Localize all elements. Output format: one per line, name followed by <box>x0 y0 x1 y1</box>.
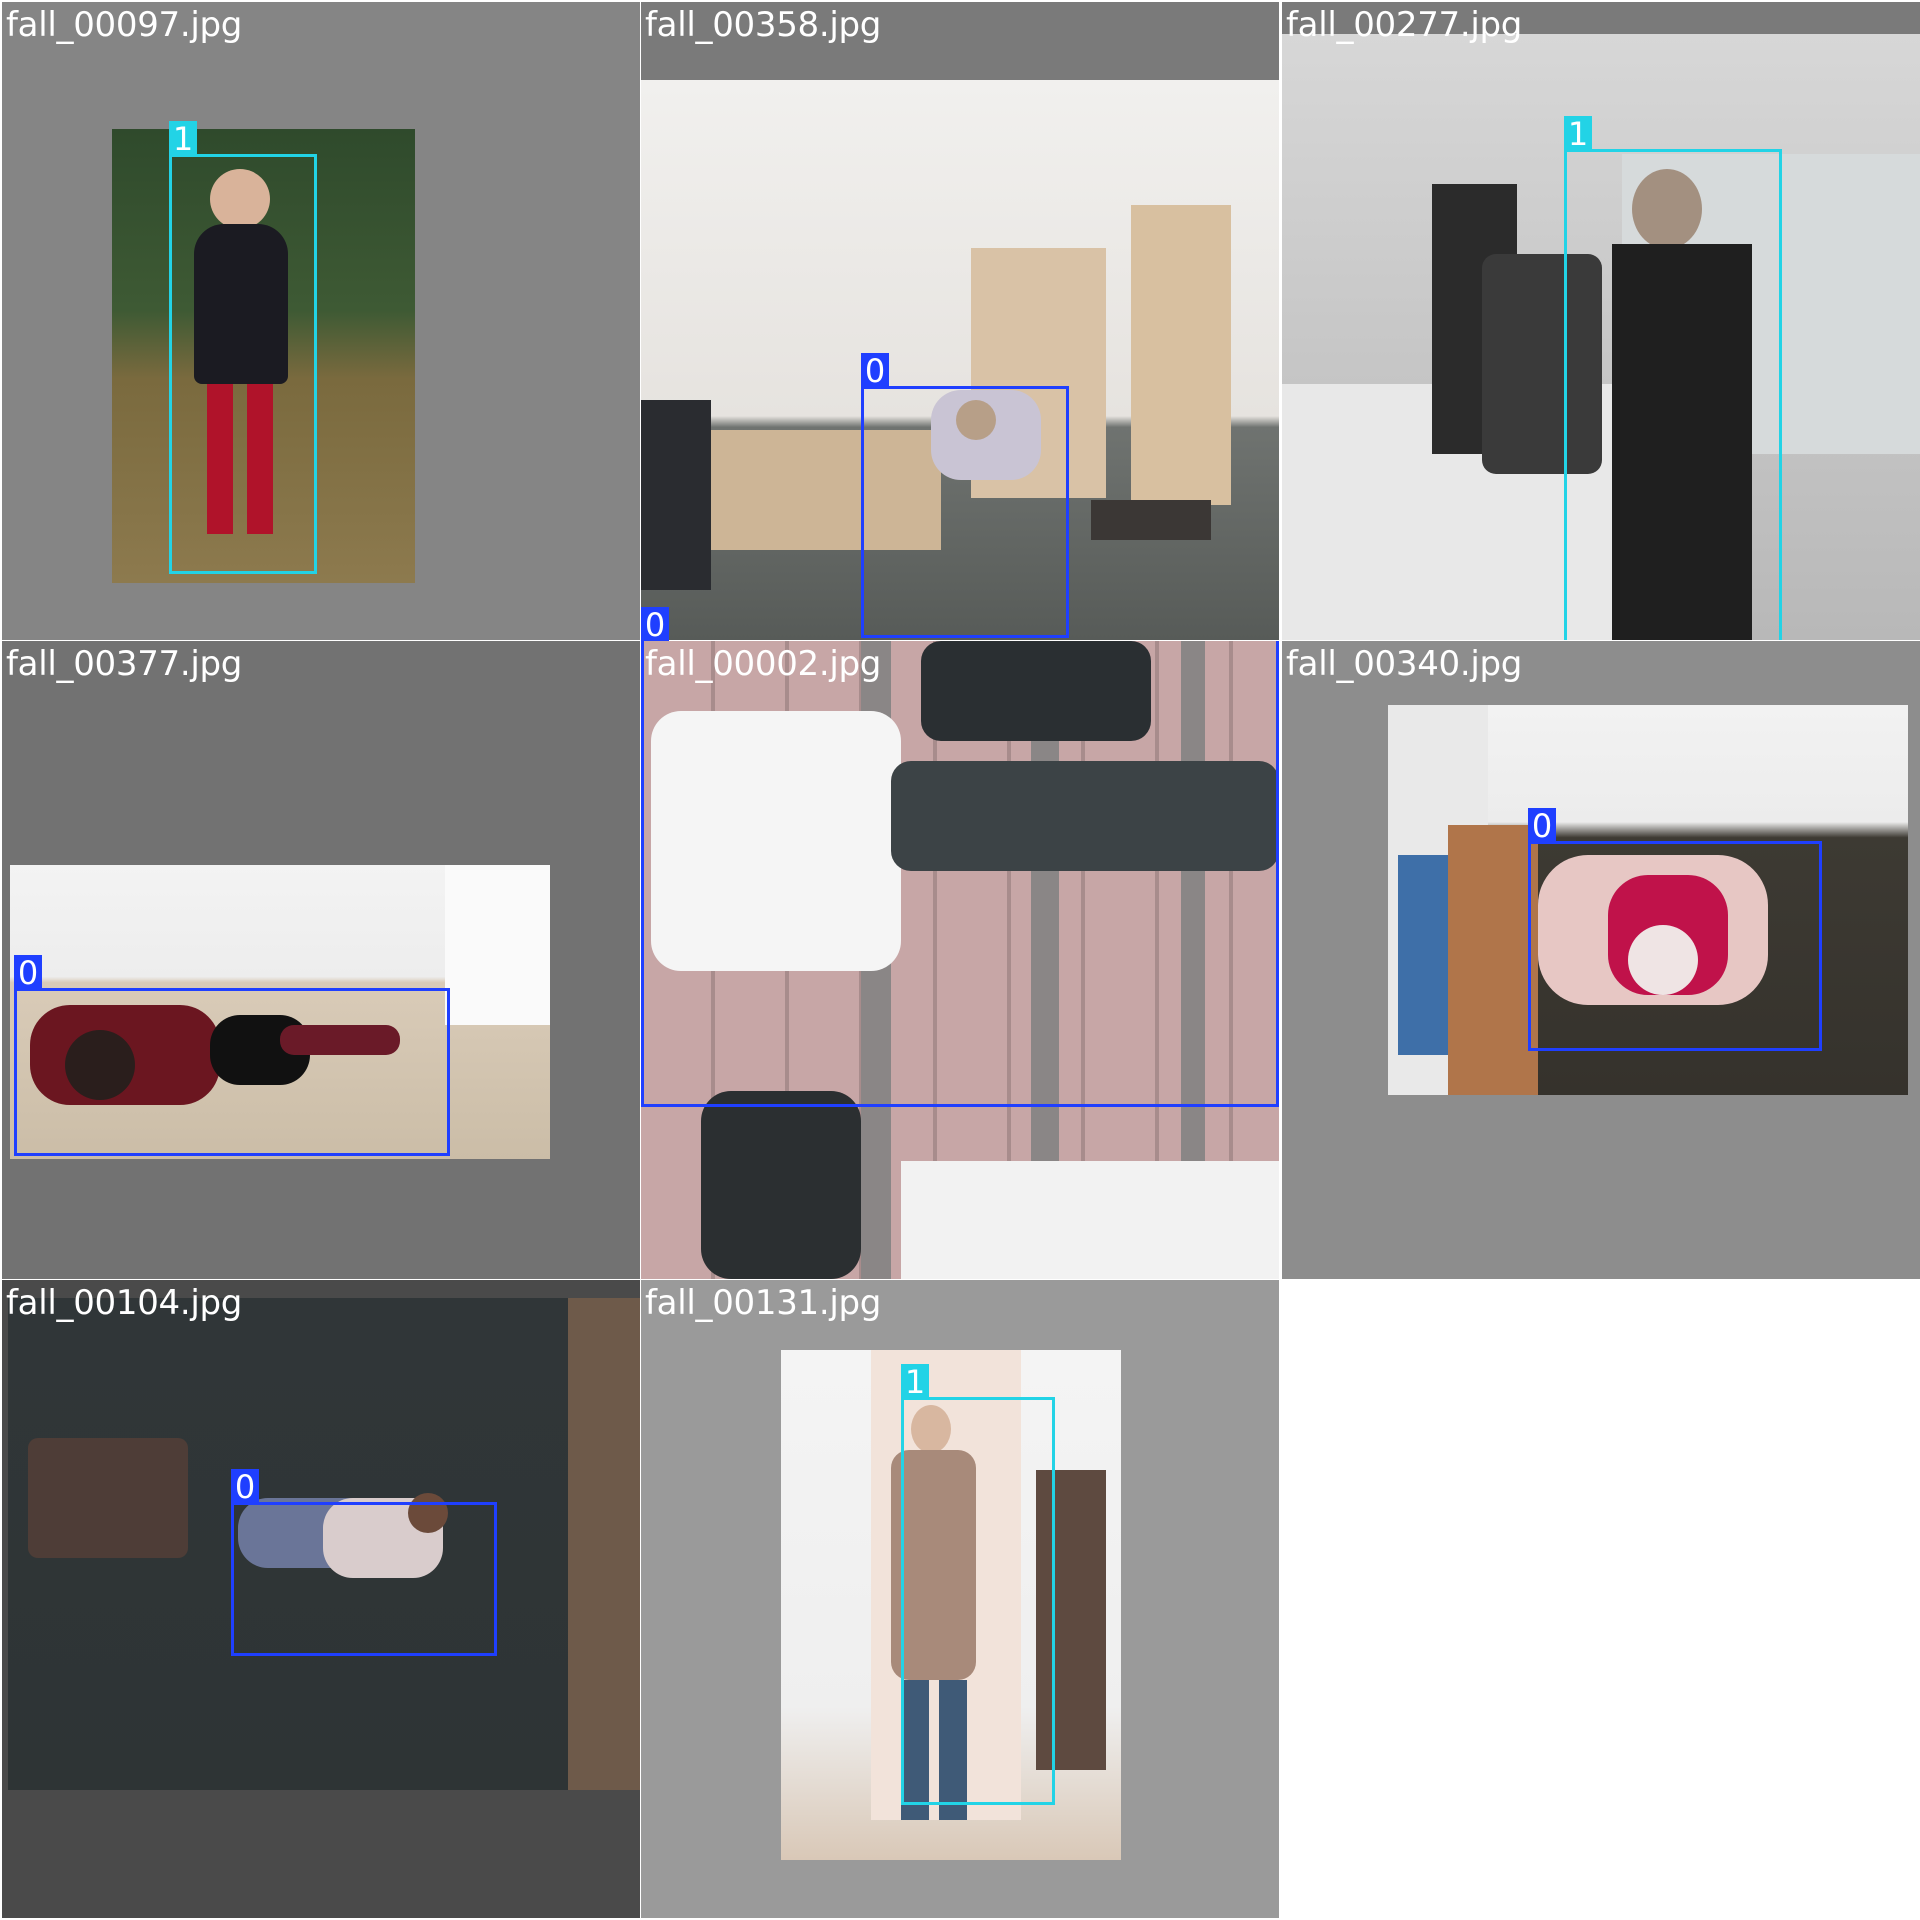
class-label: 1 <box>1564 116 1592 152</box>
class-label: 1 <box>169 121 197 157</box>
mosaic-tile-5: fall_00002.jpg <box>641 641 1279 1279</box>
image-filename: fall_00104.jpg <box>6 1283 243 1323</box>
bbox-class-0: 0 <box>231 1469 497 1656</box>
image-filename: fall_00358.jpg <box>645 5 882 45</box>
bbox-class-0: 0 <box>861 353 1069 638</box>
mosaic-tile-3: fall_00277.jpg 1 <box>1282 2 1920 640</box>
image-filename: fall_00002.jpg <box>645 644 882 684</box>
class-label: 1 <box>901 1364 929 1400</box>
mosaic-tile-8: fall_00131.jpg 1 <box>641 1280 1279 1918</box>
class-label: 0 <box>1528 808 1556 844</box>
bbox-class-0 <box>641 641 1279 1107</box>
class-label: 0 <box>641 607 669 643</box>
mosaic-tile-6: fall_00340.jpg 0 <box>1282 641 1920 1279</box>
image-filename: fall_00377.jpg <box>6 644 243 684</box>
bbox-class-1: 1 <box>901 1364 1055 1805</box>
mosaic-tile-1: fall_00097.jpg 1 <box>2 2 640 640</box>
bbox-class-1: 1 <box>1564 116 1782 640</box>
bbox-class-0: 0 <box>1528 808 1822 1051</box>
mosaic-tile-7: fall_00104.jpg 0 <box>2 1280 640 1918</box>
image-filename: fall_00277.jpg <box>1286 5 1523 45</box>
mosaic-tile-2: fall_00358.jpg 0 0 <box>641 2 1279 640</box>
class-label: 0 <box>861 353 889 389</box>
bbox-class-1: 1 <box>169 121 317 574</box>
class-label: 0 <box>14 955 42 991</box>
class-label: 0 <box>231 1469 259 1505</box>
image-filename: fall_00131.jpg <box>645 1283 882 1323</box>
mosaic-tile-4: fall_00377.jpg 0 <box>2 641 640 1279</box>
bbox-class-0: 0 <box>14 955 450 1156</box>
image-filename: fall_00340.jpg <box>1286 644 1523 684</box>
image-filename: fall_00097.jpg <box>6 5 243 45</box>
